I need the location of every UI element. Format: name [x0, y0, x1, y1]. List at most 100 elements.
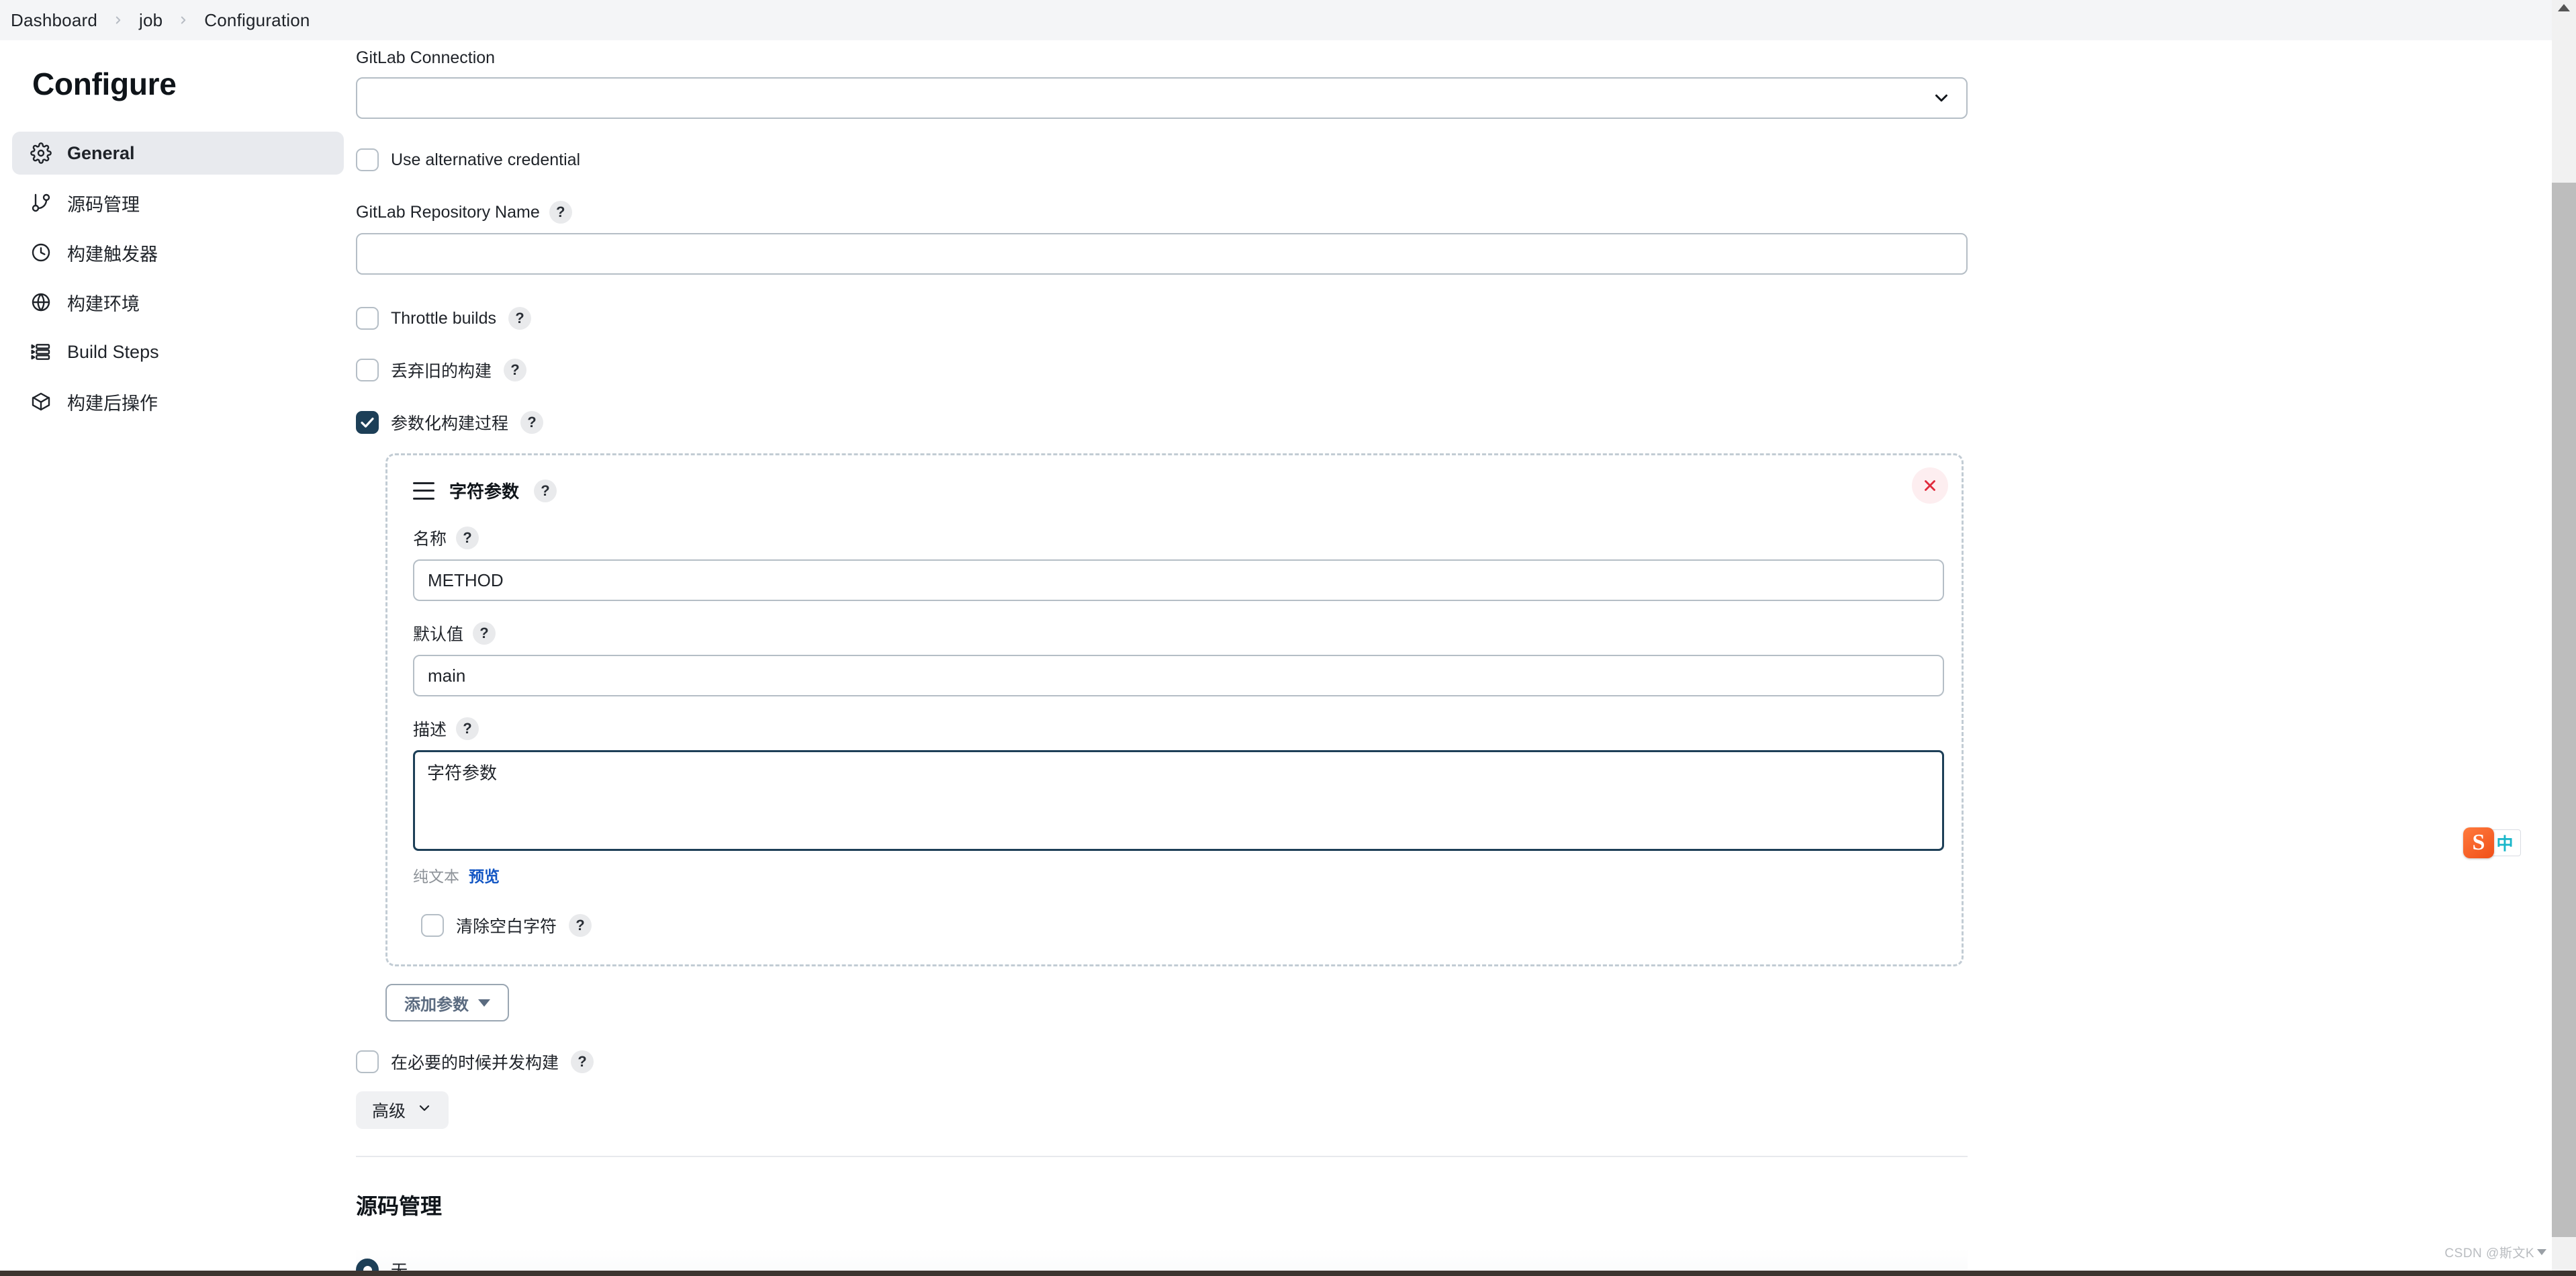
help-icon-concurrent-builds[interactable]: ?: [571, 1050, 594, 1073]
watermark-caret-icon: [2537, 1249, 2546, 1255]
sidebar-item-label-general: General: [67, 142, 135, 163]
remove-parameter-button[interactable]: [1912, 467, 1948, 504]
sidebar-item-build-steps[interactable]: Build Steps: [12, 330, 344, 373]
ime-floating-widget[interactable]: S 中: [2463, 827, 2521, 858]
help-icon-parameter-name[interactable]: ?: [456, 527, 479, 549]
use-alternative-credential-label: Use alternative credential: [391, 150, 581, 169]
drag-handle-icon[interactable]: [413, 482, 434, 500]
sidebar: Configure General 源码管理 构建触发器 构建环境 Build …: [0, 40, 356, 430]
add-parameter-label: 添加参数: [404, 995, 469, 1014]
concurrent-builds-label: 在必要的时候并发构建: [391, 1054, 559, 1073]
scm-section: 源码管理 无: [356, 1189, 1968, 1276]
parameter-description-group: 描述 ? 字符参数 纯文本 预览: [413, 717, 1944, 886]
parameter-card-title: 字符参数: [449, 482, 520, 502]
main-form: GitLab Connection Use alternative creden…: [356, 40, 2276, 1276]
parameter-card-header: 字符参数 ?: [413, 478, 1936, 503]
breadcrumb-separator-icon: [112, 14, 124, 26]
breadcrumb-item-job[interactable]: job: [124, 10, 177, 31]
help-icon-throttle-builds[interactable]: ?: [508, 307, 532, 330]
advanced-button[interactable]: 高级: [356, 1091, 449, 1129]
sidebar-item-label-scm: 源码管理: [67, 194, 140, 215]
help-icon-discard-old-builds[interactable]: ?: [504, 359, 527, 381]
parameter-description-label: 描述 ?: [413, 717, 1936, 741]
parameterized-build-checkbox[interactable]: [356, 411, 379, 434]
add-parameter-button[interactable]: 添加参数: [385, 984, 509, 1021]
help-icon-trim-whitespace[interactable]: ?: [569, 914, 592, 937]
help-icon-parameter-default[interactable]: ?: [473, 622, 496, 645]
throttle-builds-row[interactable]: Throttle builds ?: [356, 307, 1968, 330]
page-title: Configure: [32, 66, 177, 101]
discard-old-builds-checkbox[interactable]: [356, 359, 379, 381]
watermark-text: CSDN @斯文K: [2444, 1246, 2534, 1261]
chevron-down-icon: [1931, 88, 1951, 108]
gear-icon: [30, 142, 52, 165]
throttle-builds-checkbox[interactable]: [356, 307, 379, 330]
gitlab-repository-name-input[interactable]: [356, 233, 1968, 275]
trim-whitespace-checkbox[interactable]: [421, 914, 444, 937]
parameter-default-input[interactable]: [413, 655, 1944, 696]
clock-icon: [30, 241, 52, 264]
scm-section-heading: 源码管理: [356, 1194, 443, 1218]
sidebar-item-scm[interactable]: 源码管理: [12, 181, 344, 224]
parameter-default-label: 默认值 ?: [413, 621, 1936, 645]
parameterized-build-label: 参数化构建过程: [391, 414, 509, 433]
parameter-name-group: 名称 ?: [413, 526, 1944, 601]
help-icon-parameter-type[interactable]: ?: [534, 479, 557, 502]
breadcrumb-item-configuration[interactable]: Configuration: [189, 10, 324, 31]
scroll-up-arrow-icon[interactable]: [2558, 4, 2570, 11]
gitlab-connection-select[interactable]: [356, 77, 1968, 119]
git-branch-icon: [30, 191, 52, 214]
sidebar-item-label-build-environment: 构建环境: [67, 293, 140, 314]
caret-down-icon: [478, 999, 490, 1007]
sidebar-item-label-build-steps: Build Steps: [67, 341, 159, 362]
help-icon-parameterized-build[interactable]: ?: [520, 411, 544, 434]
bottom-strip: [0, 1271, 2576, 1276]
sidebar-item-build-triggers[interactable]: 构建触发器: [12, 231, 344, 274]
sidebar-item-label-build-triggers: 构建触发器: [67, 244, 158, 265]
sidebar-nav: General 源码管理 构建触发器 构建环境 Build Steps 构建后操…: [0, 132, 356, 423]
trim-whitespace-row[interactable]: 清除空白字符 ?: [421, 913, 1936, 938]
breadcrumb-item-dashboard[interactable]: Dashboard: [7, 10, 112, 31]
throttle-builds-label: Throttle builds: [391, 308, 497, 328]
use-alternative-credential-checkbox[interactable]: [356, 148, 379, 171]
help-icon-parameter-description[interactable]: ?: [456, 717, 479, 740]
sidebar-item-post-build[interactable]: 构建后操作: [12, 380, 344, 423]
parameter-card-wrapper: 字符参数 ? 名称 ? METHOD 默认值 ? main 描述 ? 字符参数 …: [385, 453, 1968, 966]
list-icon: [30, 340, 52, 363]
parameter-card-string: 字符参数 ? 名称 ? METHOD 默认值 ? main 描述 ? 字符参数 …: [385, 453, 1964, 966]
sogou-logo-icon: S: [2463, 827, 2494, 858]
concurrent-builds-row[interactable]: 在必要的时候并发构建 ?: [356, 1050, 1968, 1074]
configure-page: Dashboard job Configuration Configure Ge…: [0, 0, 2576, 1276]
watermark: CSDN @斯文K: [2444, 1243, 2546, 1261]
scrollbar-thumb[interactable]: [2552, 183, 2576, 1237]
package-icon: [30, 390, 52, 413]
sidebar-item-label-post-build: 构建后操作: [67, 393, 158, 414]
section-divider: [356, 1156, 1968, 1157]
gitlab-connection-group: GitLab Connection: [356, 48, 1968, 119]
use-alternative-credential-row[interactable]: Use alternative credential: [356, 148, 1968, 171]
parameterized-build-row[interactable]: 参数化构建过程 ?: [356, 410, 1968, 435]
parameter-name-input[interactable]: [413, 559, 1944, 601]
discard-old-builds-row[interactable]: 丢弃旧的构建 ?: [356, 358, 1968, 382]
breadcrumb-separator-icon-2: [177, 14, 189, 26]
concurrent-builds-checkbox[interactable]: [356, 1050, 379, 1073]
sidebar-item-build-environment[interactable]: 构建环境: [12, 281, 344, 324]
advanced-label: 高级: [372, 1102, 406, 1121]
gitlab-repository-name-group: GitLab Repository Name ?: [356, 201, 1968, 275]
trim-whitespace-label: 清除空白字符: [456, 917, 557, 936]
vertical-scrollbar[interactable]: [2552, 0, 2576, 1276]
sidebar-item-general[interactable]: General: [12, 132, 344, 175]
help-icon-gitlab-repository-name[interactable]: ?: [549, 201, 572, 224]
chevron-down-icon-advanced: [416, 1100, 432, 1121]
parameter-default-group: 默认值 ?: [413, 621, 1944, 696]
description-preview-row: 纯文本 预览: [413, 864, 1936, 886]
preview-link[interactable]: 预览: [469, 864, 500, 886]
gitlab-connection-label: GitLab Connection: [356, 48, 496, 67]
discard-old-builds-label: 丢弃旧的构建: [391, 362, 492, 381]
globe-icon: [30, 291, 52, 314]
parameter-name-label: 名称 ?: [413, 526, 1936, 550]
parameter-description-textarea[interactable]: 字符参数: [413, 750, 1944, 851]
page-body: Configure General 源码管理 构建触发器 构建环境 Build …: [0, 40, 2552, 1276]
breadcrumb: Dashboard job Configuration: [0, 0, 2552, 40]
gitlab-repository-name-label: GitLab Repository Name ?: [356, 201, 1968, 224]
